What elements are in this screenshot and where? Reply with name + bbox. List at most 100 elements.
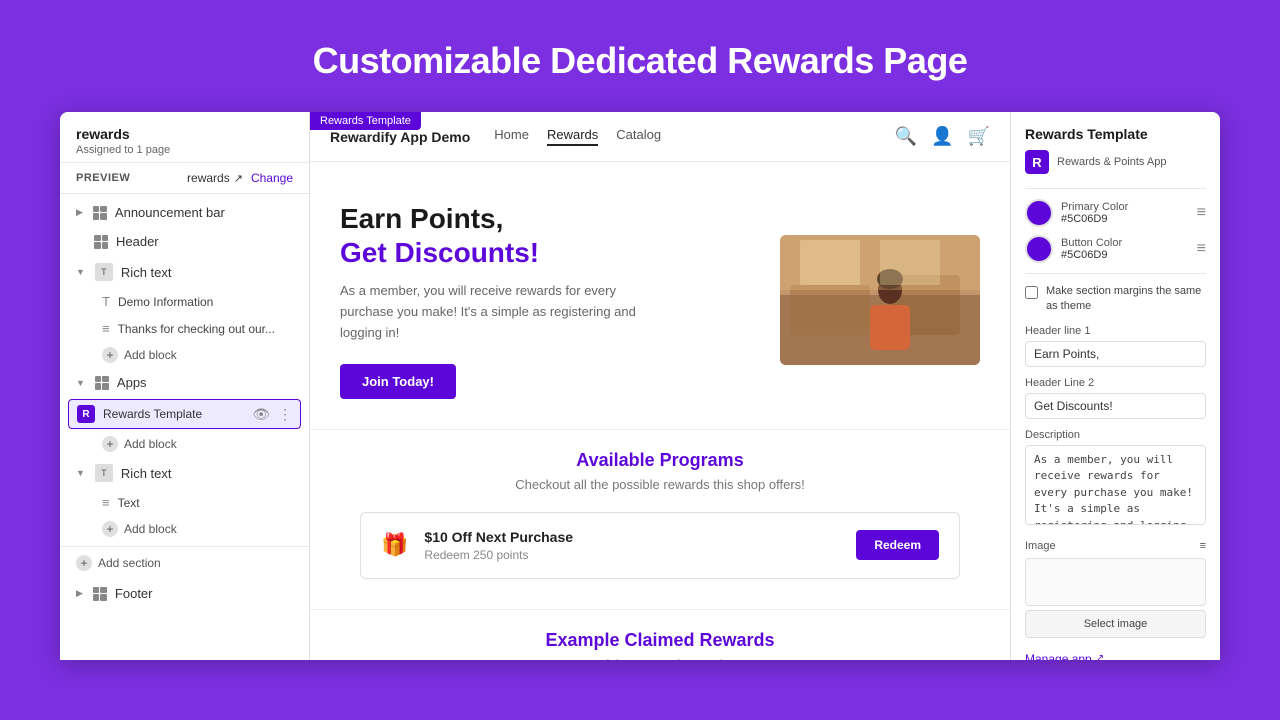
hero-line1: Earn Points, xyxy=(340,203,503,234)
sidebar-label: Demo Information xyxy=(118,295,213,309)
main-preview: Rewards Template Rewardify App Demo Home… xyxy=(310,112,1010,660)
chevron-right-icon: ▶ xyxy=(76,207,83,218)
add-section-button[interactable]: + Add section xyxy=(60,546,309,579)
template-badge: Rewards Template xyxy=(310,112,421,130)
hero-line2: Get Discounts! xyxy=(340,237,539,268)
page-name: rewards xyxy=(76,126,293,142)
hero-heading: Earn Points, Get Discounts! xyxy=(340,202,750,269)
app-name: Rewards & Points App xyxy=(1057,156,1166,168)
sidebar-sub-thanks[interactable]: ≡ Thanks for checking out our... xyxy=(60,315,309,342)
banner-title: Customizable Dedicated Rewards Page xyxy=(20,40,1260,82)
sidebar-label: Apps xyxy=(117,375,147,390)
join-button[interactable]: Join Today! xyxy=(340,364,456,399)
description-label: Description xyxy=(1025,429,1206,441)
nav-rewards[interactable]: Rewards xyxy=(547,127,598,146)
margins-checkbox-row: Make section margins the same as theme xyxy=(1025,284,1206,315)
sidebar-sub-demo-info[interactable]: T Demo Information xyxy=(60,288,309,315)
reward-card: 🎁 $10 Off Next Purchase Redeem 250 point… xyxy=(360,512,960,579)
add-block-btn-1[interactable]: + Add block xyxy=(60,342,309,368)
list-icon: ≡ xyxy=(102,321,110,336)
preview-link[interactable]: rewards ↗ xyxy=(187,171,243,185)
sidebar-label: Thanks for checking out our... xyxy=(118,322,275,336)
sidebar-sub-text[interactable]: ≡ Text xyxy=(60,489,309,516)
nav-links: Home Rewards Catalog xyxy=(494,127,894,146)
add-block-btn-3[interactable]: + Add block xyxy=(60,516,309,542)
user-icon[interactable]: 👤 xyxy=(931,126,953,147)
sidebar-label: Rich text xyxy=(121,265,172,280)
page-assigned: Assigned to 1 page xyxy=(76,144,293,156)
sidebar-preview-row: PREVIEW rewards ↗ Change xyxy=(60,163,309,194)
image-empty xyxy=(1034,567,1197,597)
claimed-title: Example Claimed Rewards xyxy=(340,630,980,651)
nav-home[interactable]: Home xyxy=(494,127,529,146)
app-container: rewards Assigned to 1 page PREVIEW rewar… xyxy=(60,112,1220,660)
search-icon[interactable]: 🔍 xyxy=(895,126,917,147)
header-line2-input[interactable] xyxy=(1025,393,1206,419)
app-r-icon: R xyxy=(1025,150,1049,174)
primary-color-swatch[interactable] xyxy=(1025,199,1053,227)
manage-app-link[interactable]: Manage app ↗ xyxy=(1025,652,1206,660)
manage-app-text: Manage app xyxy=(1025,652,1092,660)
image-menu-icon[interactable]: ≡ xyxy=(1200,540,1206,552)
programs-title: Available Programs xyxy=(340,450,980,471)
sidebar-item-announcement-bar[interactable]: ▶ Announcement bar xyxy=(60,198,309,227)
hero-image xyxy=(780,235,980,365)
image-placeholder xyxy=(1025,558,1206,606)
sidebar-item-header[interactable]: Header xyxy=(60,227,309,256)
claimed-subtitle: Here are some of the types of rewards yo… xyxy=(340,657,980,660)
plus-icon: + xyxy=(102,521,118,537)
redeem-button[interactable]: Redeem xyxy=(856,530,939,560)
add-block-btn-2[interactable]: + Add block xyxy=(60,431,309,457)
programs-subtitle: Checkout all the possible rewards this s… xyxy=(340,477,980,492)
header-line1-label: Header line 1 xyxy=(1025,325,1206,337)
sidebar-header: rewards Assigned to 1 page xyxy=(60,112,309,163)
divider-2 xyxy=(1025,273,1206,274)
add-block-label: Add block xyxy=(124,437,177,451)
select-image-button[interactable]: Select image xyxy=(1025,610,1206,638)
header-line1-input[interactable] xyxy=(1025,341,1206,367)
color-menu-icon[interactable]: ≡ xyxy=(1197,204,1206,222)
image-label: Image ≡ xyxy=(1025,540,1206,552)
claimed-section: Example Claimed Rewards Here are some of… xyxy=(310,609,1010,660)
sidebar-item-rich-text-1[interactable]: ▼ T Rich text xyxy=(60,256,309,288)
reward-title: $10 Off Next Purchase xyxy=(424,529,840,545)
primary-color-hex: #5C06D9 xyxy=(1061,213,1189,225)
sidebar-item-apps[interactable]: ▼ Apps xyxy=(60,368,309,397)
sidebar-label: Rich text xyxy=(121,466,172,481)
button-color-menu-icon[interactable]: ≡ xyxy=(1197,240,1206,258)
cart-icon[interactable]: 🛒 xyxy=(968,126,990,147)
margins-checkbox[interactable] xyxy=(1025,286,1038,299)
sidebar-label: Footer xyxy=(115,586,153,601)
sidebar-label: Rewards Template xyxy=(103,407,244,421)
text-block-icon: T xyxy=(102,294,110,309)
banner: Customizable Dedicated Rewards Page xyxy=(0,0,1280,112)
chevron-down-icon: ▼ xyxy=(76,267,85,277)
margins-label: Make section margins the same as theme xyxy=(1046,284,1206,315)
description-textarea[interactable]: As a member, you will receive rewards fo… xyxy=(1025,445,1206,525)
change-button[interactable]: Change xyxy=(251,171,293,185)
hero-description: As a member, you will receive rewards fo… xyxy=(340,281,660,343)
right-sidebar: Rewards Template R Rewards & Points App … xyxy=(1010,112,1220,660)
chevron-down-icon: ▼ xyxy=(76,378,85,388)
app-badge: R Rewards & Points App xyxy=(1025,150,1206,174)
sidebar-item-rewards-template[interactable]: R Rewards Template 👁 ⋮ xyxy=(68,399,301,429)
primary-color-info: Primary Color #5C06D9 xyxy=(1061,201,1189,225)
nav-icons: 🔍 👤 🛒 xyxy=(895,126,990,147)
plus-icon: + xyxy=(102,347,118,363)
nav-catalog[interactable]: Catalog xyxy=(616,127,661,146)
left-sidebar: rewards Assigned to 1 page PREVIEW rewar… xyxy=(60,112,310,660)
sidebar-item-footer[interactable]: ▶ Footer xyxy=(60,579,309,608)
divider-1 xyxy=(1025,188,1206,189)
sidebar-item-rich-text-2[interactable]: ▼ T Rich text xyxy=(60,457,309,489)
button-color-hex: #5C06D9 xyxy=(1061,249,1189,261)
hero-section: Earn Points, Get Discounts! As a member,… xyxy=(310,162,1010,429)
chevron-down-icon: ▼ xyxy=(76,468,85,478)
reward-icon: 🎁 xyxy=(381,532,408,558)
button-color-swatch[interactable] xyxy=(1025,235,1053,263)
preview-label: PREVIEW xyxy=(76,172,130,184)
more-icon[interactable]: ⋮ xyxy=(278,406,292,423)
add-section-label: Add section xyxy=(98,556,161,570)
chevron-right-icon: ▶ xyxy=(76,588,83,599)
eye-icon[interactable]: 👁 xyxy=(252,406,270,423)
sidebar-label: Announcement bar xyxy=(115,205,225,220)
